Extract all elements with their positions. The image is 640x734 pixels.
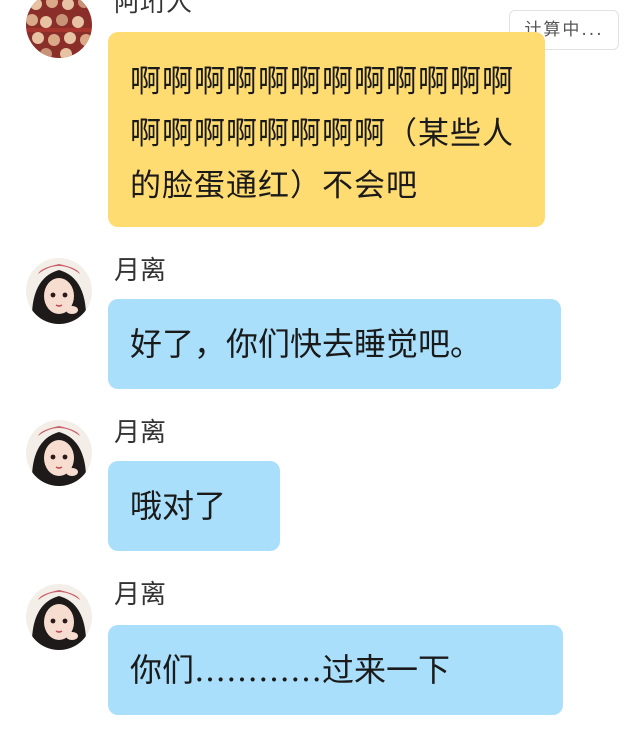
girl-avatar-icon bbox=[26, 258, 92, 324]
message-bubble[interactable]: 哦对了 bbox=[108, 461, 280, 551]
girl-avatar-icon bbox=[26, 420, 92, 486]
sender-name: 阿珩人 bbox=[114, 0, 193, 18]
sender-name: 月离 bbox=[114, 418, 167, 448]
sender-name: 月离 bbox=[114, 256, 167, 286]
message-bubble[interactable]: 啊啊啊啊啊啊啊啊啊啊啊啊啊啊啊啊啊啊啊啊（某些人的脸蛋通红）不会吧 bbox=[108, 32, 545, 227]
sender-avatar[interactable] bbox=[26, 0, 92, 58]
sender-avatar[interactable] bbox=[26, 258, 92, 324]
sender-name: 月离 bbox=[114, 580, 167, 610]
sender-avatar[interactable] bbox=[26, 420, 92, 486]
crowd-avatar-icon bbox=[26, 0, 92, 58]
sender-avatar[interactable] bbox=[26, 584, 92, 650]
message-bubble[interactable]: 你们…………过来一下 bbox=[108, 625, 563, 715]
girl-avatar-icon bbox=[26, 584, 92, 650]
message-bubble[interactable]: 好了，你们快去睡觉吧。 bbox=[108, 299, 561, 389]
